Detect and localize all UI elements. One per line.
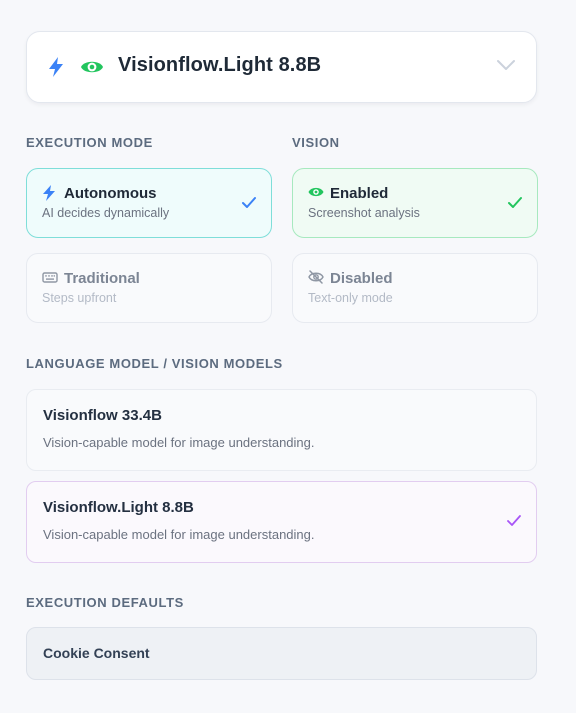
model-item-visionflow-light-8-8b[interactable]: Visionflow.Light 8.8B Vision-capable mod… [26, 481, 537, 563]
execution-option-traditional[interactable]: Traditional Steps upfront [26, 253, 272, 323]
model-description: Vision-capable model for image understan… [43, 527, 315, 542]
models-section-label: LANGUAGE MODEL / VISION MODELS [26, 356, 283, 371]
execution-defaults-field[interactable]: Cookie Consent [26, 627, 537, 680]
bolt-icon [42, 185, 56, 206]
selected-model-title: Visionflow.Light 8.8B [118, 54, 322, 76]
option-description: Screenshot analysis [308, 206, 420, 220]
option-name: Traditional [64, 270, 140, 287]
vision-label: VISION [292, 135, 340, 150]
vision-option-disabled[interactable]: Disabled Text-only mode [292, 253, 538, 323]
check-icon [241, 196, 257, 215]
check-icon [506, 514, 522, 533]
model-name: Visionflow.Light 8.8B [43, 499, 194, 516]
model-selector[interactable]: Visionflow.Light 8.8B [26, 31, 537, 103]
execution-mode-label: EXECUTION MODE [26, 135, 153, 150]
option-name: Enabled [330, 185, 389, 202]
eye-icon [80, 56, 104, 83]
model-name: Visionflow 33.4B [43, 407, 162, 424]
execution-option-autonomous[interactable]: Autonomous AI decides dynamically [26, 168, 272, 238]
vision-option-enabled[interactable]: Enabled Screenshot analysis [292, 168, 538, 238]
option-description: AI decides dynamically [42, 206, 170, 220]
option-name: Disabled [330, 270, 393, 287]
option-description: Text-only mode [308, 291, 393, 305]
check-icon [507, 196, 523, 215]
model-item-visionflow-33-4b[interactable]: Visionflow 33.4B Vision-capable model fo… [26, 389, 537, 471]
execution-defaults-label: EXECUTION DEFAULTS [26, 595, 184, 610]
execution-defaults-value: Cookie Consent [43, 645, 150, 661]
eye-icon [308, 185, 324, 204]
model-description: Vision-capable model for image understan… [43, 435, 315, 450]
chevron-down-icon[interactable] [496, 58, 516, 77]
option-name: Autonomous [64, 185, 157, 202]
keyboard-icon [42, 270, 58, 289]
bolt-icon [47, 56, 65, 83]
eye-off-icon [308, 270, 324, 289]
option-description: Steps upfront [42, 291, 117, 305]
